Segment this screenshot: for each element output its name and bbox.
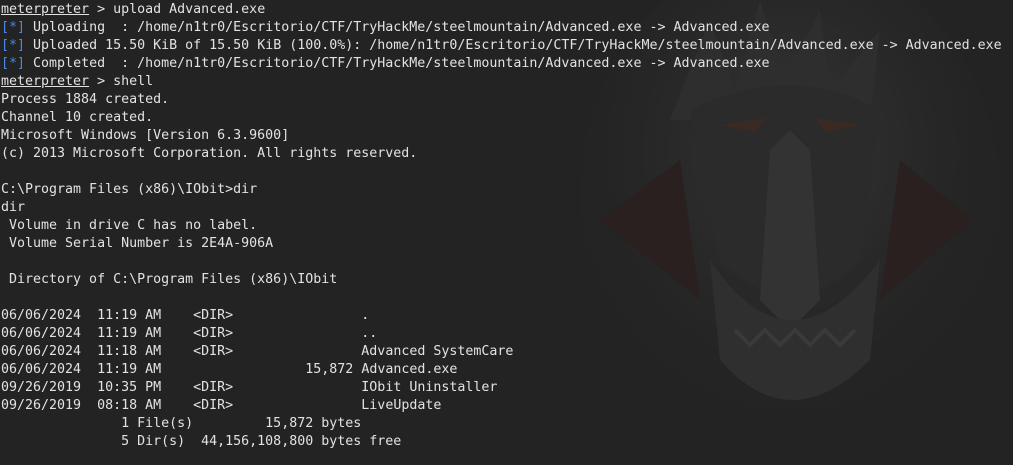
dir-entry-type: <DIR> <box>193 380 234 395</box>
dir-entry-time: 11:19 AM <box>97 326 162 341</box>
shell-command-line: meterpreter > shell <box>1 73 1009 91</box>
shell-output-line: Channel 10 created. <box>1 110 154 125</box>
dir-entry-size: 15,872 <box>305 362 354 377</box>
dir-echo-line: dir <box>1 200 26 215</box>
status-line-completed: [*] Completed : /home/n1tr0/Escritorio/C… <box>1 55 1009 73</box>
status-text: Uploading : /home/n1tr0/Escritorio/CTF/T… <box>25 20 770 35</box>
dir-entry-time: 08:18 AM <box>97 398 162 413</box>
dir-entry-time: 11:19 AM <box>97 362 162 377</box>
dir-entry-name: Advanced SystemCare <box>361 344 514 359</box>
dir-entry-row: 09/26/2019 10:35 PM <DIR> IObit Uninstal… <box>1 379 1009 397</box>
dir-entry-date: 06/06/2024 <box>1 308 82 323</box>
summary-dirs-line: 5 Dir(s) 44,156,108,800 bytes free <box>1 434 402 449</box>
dir-entry-row: 06/06/2024 11:18 AM <DIR> Advanced Syste… <box>1 343 1009 361</box>
shell-output-line: Process 1884 created. <box>1 92 170 107</box>
dir-entry-date: 06/06/2024 <box>1 362 82 377</box>
volume-label-line: Volume in drive C has no label. <box>1 218 258 233</box>
status-bracket: [*] <box>1 38 26 53</box>
dir-entry-name: . <box>361 308 370 323</box>
dir-entry-date: 09/26/2019 <box>1 380 82 395</box>
shell-output-line: Microsoft Windows [Version 6.3.9600] <box>1 128 290 143</box>
status-line-uploaded: [*] Uploaded 15.50 KiB of 15.50 KiB (100… <box>1 37 1009 55</box>
windows-prompt-line: C:\Program Files (x86)\IObit>dir <box>1 182 258 197</box>
meterpreter-prompt: meterpreter <box>1 2 90 17</box>
prompt-separator: > <box>89 2 114 17</box>
dir-entry-time: 10:35 PM <box>97 380 162 395</box>
upload-command-line: meterpreter > upload Advanced.exe <box>1 1 1009 19</box>
dir-entry-row: 06/06/2024 11:19 AM 15,872 Advanced.exe <box>1 361 1009 379</box>
prompt-separator: > <box>89 74 114 89</box>
status-line-uploading: [*] Uploading : /home/n1tr0/Escritorio/C… <box>1 19 1009 37</box>
dir-entry-row: 06/06/2024 11:19 AM <DIR> . <box>1 307 1009 325</box>
directory-listing: 06/06/2024 11:19 AM <DIR> . 06/06/2024 11… <box>1 307 1009 415</box>
dir-entry-type: <DIR> <box>193 398 234 413</box>
directory-of-line: Directory of C:\Program Files (x86)\IObi… <box>1 272 338 287</box>
shell-command: shell <box>113 74 154 89</box>
volume-serial-line: Volume Serial Number is 2E4A-906A <box>1 236 274 251</box>
upload-command: upload Advanced.exe <box>113 2 266 17</box>
dir-entry-name: .. <box>361 326 378 341</box>
dir-entry-name: IObit Uninstaller <box>361 380 498 395</box>
dir-entry-type: <DIR> <box>193 308 234 323</box>
dir-entry-type: <DIR> <box>193 326 234 341</box>
dir-entry-type: <DIR> <box>193 344 234 359</box>
status-bracket: [*] <box>1 20 26 35</box>
dir-entry-name: Advanced.exe <box>361 362 458 377</box>
status-text: Completed : /home/n1tr0/Escritorio/CTF/T… <box>25 56 770 71</box>
status-text: Uploaded 15.50 KiB of 15.50 KiB (100.0%)… <box>25 38 1002 53</box>
dir-entry-time: 11:19 AM <box>97 308 162 323</box>
dir-entry-date: 06/06/2024 <box>1 326 82 341</box>
shell-output-line: (c) 2013 Microsoft Corporation. All righ… <box>1 146 418 161</box>
terminal-output[interactable]: meterpreter > upload Advanced.exe [*] Up… <box>1 1 1009 463</box>
dir-entry-time: 11:18 AM <box>97 344 162 359</box>
dir-entry-row: 06/06/2024 11:19 AM <DIR> .. <box>1 325 1009 343</box>
summary-files-line: 1 File(s) 15,872 bytes <box>1 416 362 431</box>
meterpreter-prompt: meterpreter <box>1 74 90 89</box>
dir-entry-row: 09/26/2019 08:18 AM <DIR> LiveUpdate <box>1 397 1009 415</box>
dir-entry-name: LiveUpdate <box>361 398 442 413</box>
dir-entry-date: 06/06/2024 <box>1 344 82 359</box>
dir-entry-date: 09/26/2019 <box>1 398 82 413</box>
status-bracket: [*] <box>1 56 26 71</box>
